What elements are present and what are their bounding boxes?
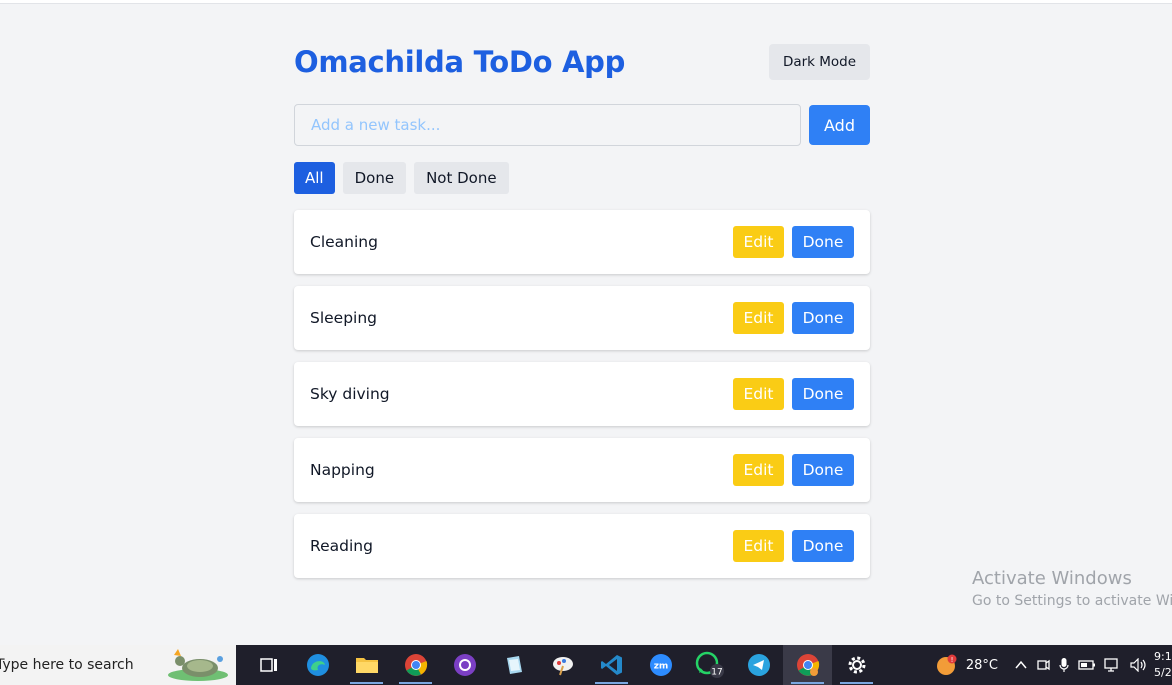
add-task-button[interactable]: Add: [809, 105, 870, 145]
filter-not-done-button[interactable]: Not Done: [414, 162, 509, 194]
edit-task-button[interactable]: Edit: [733, 378, 784, 410]
mark-done-button[interactable]: Done: [792, 454, 854, 486]
edit-task-button[interactable]: Edit: [733, 226, 784, 258]
clock-date: 5/2: [1154, 666, 1172, 679]
chevron-up-icon[interactable]: [1014, 658, 1028, 672]
activate-windows-watermark: Activate Windows Go to Settings to activ…: [972, 568, 1172, 609]
github-desktop-icon[interactable]: [440, 645, 489, 685]
notes-icon[interactable]: [489, 645, 538, 685]
task-actions: Edit Done: [733, 302, 854, 334]
weather-widget[interactable]: ! 28°C: [936, 654, 998, 676]
browser-top-edge: [0, 0, 1172, 4]
taskbar-clock[interactable]: 9:1 5/2: [1154, 649, 1172, 681]
network-icon[interactable]: [1104, 658, 1122, 672]
mark-done-button[interactable]: Done: [792, 302, 854, 334]
paint-icon[interactable]: [538, 645, 587, 685]
zoom-icon[interactable]: zm: [636, 645, 685, 685]
svg-text:zm: zm: [653, 662, 668, 672]
task-view-icon[interactable]: [244, 645, 293, 685]
add-task-row: Add: [294, 104, 870, 146]
microphone-icon[interactable]: [1058, 657, 1070, 673]
dark-mode-button[interactable]: Dark Mode: [769, 44, 870, 80]
task-list: Cleaning Edit Done Sleeping Edit Done Sk…: [294, 210, 870, 578]
edit-task-button[interactable]: Edit: [733, 302, 784, 334]
task-actions: Edit Done: [733, 454, 854, 486]
svg-text:!: !: [950, 656, 953, 664]
clock-time: 9:1: [1154, 650, 1172, 663]
app-title: Omachilda ToDo App: [294, 45, 626, 79]
system-tray: ! 28°C 9:1 5/2: [936, 645, 1172, 685]
filter-bar: All Done Not Done: [294, 162, 870, 194]
edge-icon[interactable]: [293, 645, 342, 685]
task-item: Cleaning Edit Done: [294, 210, 870, 274]
filter-done-button[interactable]: Done: [342, 162, 407, 194]
taskbar-search-box[interactable]: Type here to search: [0, 645, 236, 685]
vscode-icon[interactable]: [587, 645, 636, 685]
task-item: Sleeping Edit Done: [294, 286, 870, 350]
svg-text:17: 17: [711, 668, 722, 678]
volume-icon[interactable]: [1130, 658, 1148, 672]
taskbar-apps: zm 17: [244, 645, 881, 685]
todo-app: Omachilda ToDo App Dark Mode Add All Don…: [294, 44, 870, 590]
telegram-icon[interactable]: [734, 645, 783, 685]
weather-icon: !: [936, 654, 957, 675]
filter-all-button[interactable]: All: [294, 162, 335, 194]
mark-done-button[interactable]: Done: [792, 226, 854, 258]
new-task-input[interactable]: [294, 104, 801, 146]
task-actions: Edit Done: [733, 378, 854, 410]
mark-done-button[interactable]: Done: [792, 378, 854, 410]
chrome-icon[interactable]: [391, 645, 440, 685]
meet-now-icon[interactable]: [1036, 657, 1050, 673]
task-text: Napping: [310, 461, 375, 479]
task-item: Napping Edit Done: [294, 438, 870, 502]
watermark-title: Activate Windows: [972, 568, 1132, 589]
windows-taskbar: Type here to search zm 17 ! 28°C 9:1 5/2: [0, 645, 1172, 685]
whatsapp-icon[interactable]: 17: [685, 645, 734, 685]
task-actions: Edit Done: [733, 530, 854, 562]
mark-done-button[interactable]: Done: [792, 530, 854, 562]
task-text: Sleeping: [310, 309, 378, 327]
task-text: Cleaning: [310, 233, 378, 251]
file-explorer-icon[interactable]: [342, 645, 391, 685]
task-text: Sky diving: [310, 385, 390, 403]
watermark-subtitle: Go to Settings to activate Windows.: [972, 593, 1172, 609]
app-header: Omachilda ToDo App Dark Mode: [294, 44, 870, 80]
task-item: Reading Edit Done: [294, 514, 870, 578]
search-placeholder: Type here to search: [0, 657, 134, 673]
tray-icons: [1014, 657, 1148, 673]
task-actions: Edit Done: [733, 226, 854, 258]
settings-icon[interactable]: [832, 645, 881, 685]
chrome-profile-icon[interactable]: [783, 645, 832, 685]
battery-icon[interactable]: [1078, 658, 1096, 672]
edit-task-button[interactable]: Edit: [733, 454, 784, 486]
task-text: Reading: [310, 537, 373, 555]
edit-task-button[interactable]: Edit: [733, 530, 784, 562]
task-item: Sky diving Edit Done: [294, 362, 870, 426]
temperature-text: 28°C: [965, 657, 998, 673]
search-highlight-icon: [168, 649, 228, 681]
